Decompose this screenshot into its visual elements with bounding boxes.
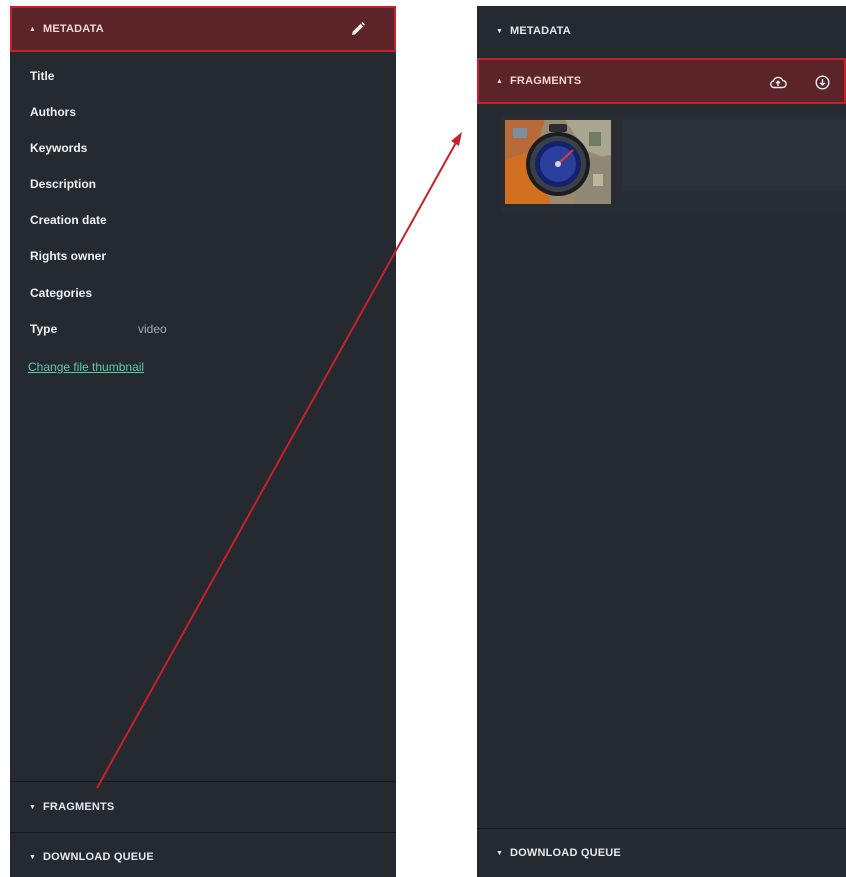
fragment-item[interactable] [501,116,846,212]
fragment-info-area [623,120,846,190]
cloud-upload-icon[interactable] [768,72,788,92]
right-panel: ▼ METADATA ▲ FRAGMENTS ▼ DOWNLOAD QUEUE [477,6,846,877]
caret-up-icon: ▲ [29,25,37,33]
pencil-icon[interactable] [348,19,368,39]
field-label: Categories [30,286,93,300]
download-queue-section-header[interactable]: ▼ DOWNLOAD QUEUE [10,833,396,877]
fragments-header-label: FRAGMENTS [43,801,115,813]
field-type-value: video [138,322,167,336]
change-file-thumbnail-link[interactable]: Change file thumbnail [28,360,144,374]
field-type: Type [30,322,57,336]
field-description: Description [30,177,96,191]
fragments-header-label: FRAGMENTS [510,75,582,87]
metadata-header-label: METADATA [510,25,571,37]
left-panel: ▲ METADATA Title Authors Keywords Descri… [10,6,396,877]
fragments-section-header[interactable]: ▲ FRAGMENTS [477,58,846,104]
caret-down-icon: ▼ [29,803,37,811]
fragment-thumbnail[interactable] [505,120,611,204]
field-label: Keywords [30,141,88,155]
field-label: Creation date [30,213,107,227]
field-rights-owner: Rights owner [30,249,106,263]
field-title: Title [30,69,54,83]
fragments-section-header[interactable]: ▼ FRAGMENTS [10,782,396,832]
download-queue-header-label: DOWNLOAD QUEUE [43,851,154,863]
field-authors: Authors [30,105,76,119]
download-circle-icon[interactable] [812,72,832,92]
field-label: Type [30,322,58,336]
download-queue-header-label: DOWNLOAD QUEUE [510,847,621,859]
field-label: Description [30,177,97,191]
field-label: Rights owner [30,249,107,263]
caret-down-icon: ▼ [29,853,37,861]
field-label: Title [30,69,55,83]
metadata-section-header[interactable]: ▲ METADATA [10,6,396,52]
field-keywords: Keywords [30,141,87,155]
download-queue-section-header[interactable]: ▼ DOWNLOAD QUEUE [477,829,846,877]
caret-down-icon: ▼ [496,27,504,35]
field-categories: Categories [30,286,92,300]
metadata-header-label: METADATA [43,23,104,35]
caret-down-icon: ▼ [496,849,504,857]
caret-up-icon: ▲ [496,77,504,85]
field-label: Authors [30,105,76,119]
metadata-section-header[interactable]: ▼ METADATA [477,6,846,56]
field-creation-date: Creation date [30,213,107,227]
